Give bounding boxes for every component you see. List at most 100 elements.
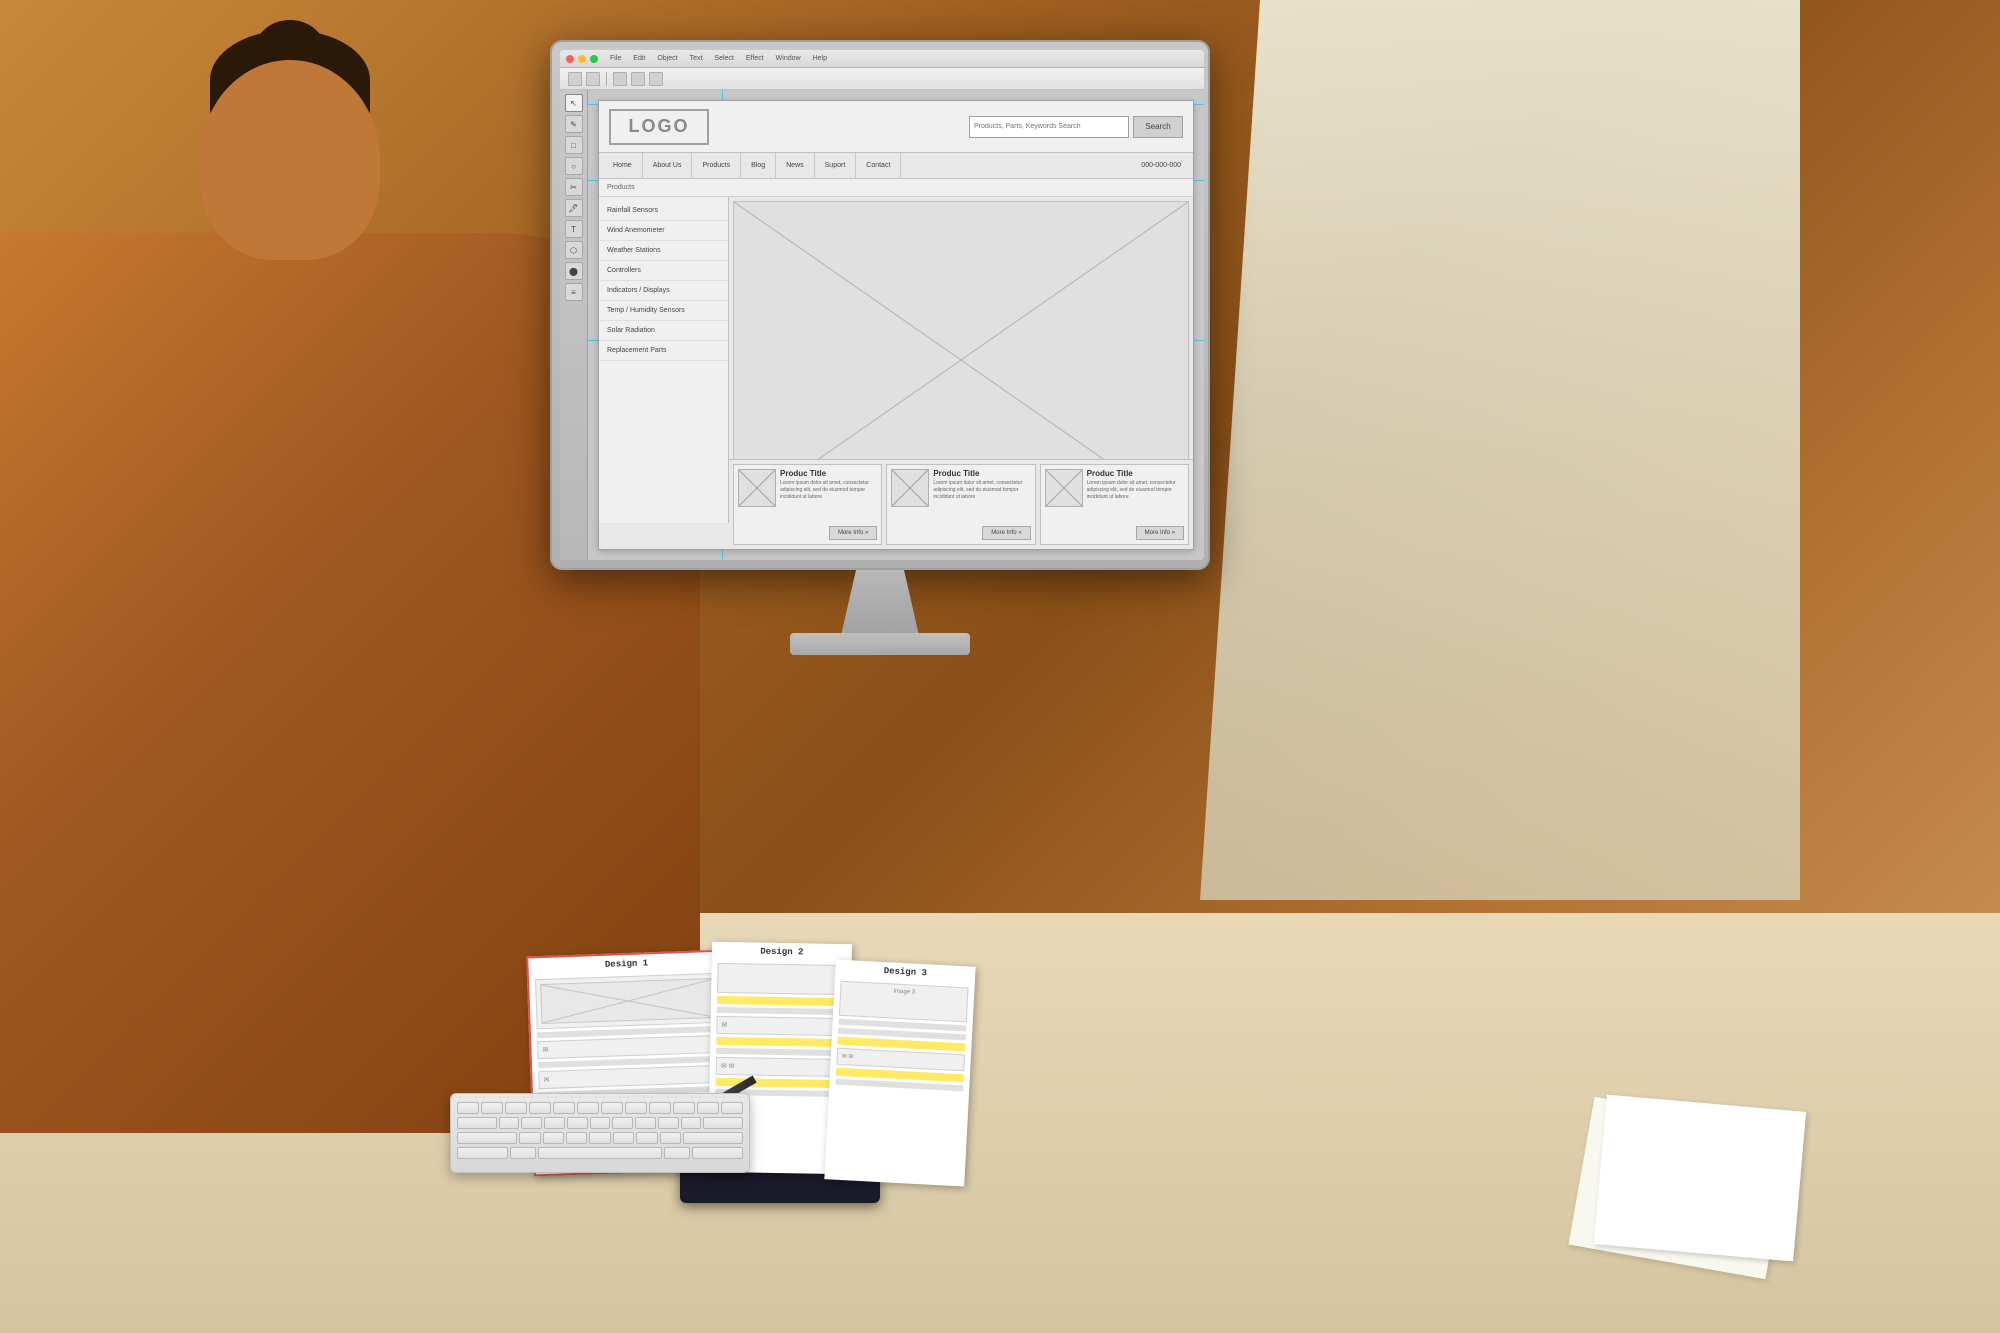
key[interactable]: [553, 1102, 575, 1114]
minimize-button[interactable]: [578, 55, 586, 63]
product-card-3: Produc Title Lorem ipsum dolor sit amet,…: [1040, 464, 1189, 545]
key[interactable]: [457, 1102, 479, 1114]
tool-layers[interactable]: ≡: [565, 283, 583, 301]
key-shift-r[interactable]: [683, 1132, 743, 1144]
tool-text[interactable]: T: [565, 220, 583, 238]
tool-select[interactable]: ↖: [565, 94, 583, 112]
key-enter[interactable]: [703, 1117, 743, 1129]
toolbar-icon-3[interactable]: [613, 72, 627, 86]
key[interactable]: [544, 1117, 565, 1129]
tool-rectangle[interactable]: □: [565, 136, 583, 154]
nav-contact[interactable]: Contact: [856, 153, 901, 179]
sketch-2-highlight-2: [716, 1037, 844, 1047]
sidebar-item-solar[interactable]: Solar Radiation: [599, 321, 728, 341]
wf-product-cards: Produc Title Lorem ipsum dolor sit amet,…: [729, 459, 1193, 549]
key[interactable]: [519, 1132, 540, 1144]
key[interactable]: [505, 1102, 527, 1114]
tool-ellipse[interactable]: ○: [565, 157, 583, 175]
toolbar-icon-5[interactable]: [649, 72, 663, 86]
product-card-1: Produc Title Lorem ipsum dolor sit amet,…: [733, 464, 882, 545]
sidebar-item-indicators[interactable]: Indicators / Displays: [599, 281, 728, 301]
key[interactable]: [521, 1117, 542, 1129]
key[interactable]: [625, 1102, 647, 1114]
tool-polygon[interactable]: ⬡: [565, 241, 583, 259]
key[interactable]: [681, 1117, 702, 1129]
key-ctrl[interactable]: [457, 1147, 508, 1159]
toolbar-icon-4[interactable]: [631, 72, 645, 86]
wf-search-area: Search: [969, 116, 1183, 138]
key-alt[interactable]: [510, 1147, 536, 1159]
wf-logo: LOGO: [609, 109, 709, 145]
card-2-btn[interactable]: More Info »: [982, 526, 1030, 540]
sidebar-item-controllers[interactable]: Controllers: [599, 261, 728, 281]
tool-brush[interactable]: 🖊: [565, 199, 583, 217]
key[interactable]: [590, 1117, 611, 1129]
key[interactable]: [612, 1117, 633, 1129]
key-ctrl-r[interactable]: [692, 1147, 743, 1159]
tool-pen[interactable]: ✎: [565, 115, 583, 133]
breadcrumb-products[interactable]: Products: [607, 184, 635, 191]
key-shift[interactable]: [457, 1132, 517, 1144]
key[interactable]: [589, 1132, 610, 1144]
key[interactable]: [635, 1117, 656, 1129]
keyboard-row-3: [457, 1132, 743, 1144]
key[interactable]: [499, 1117, 520, 1129]
key[interactable]: [660, 1132, 681, 1144]
card-1-text: Produc Title Lorem ipsum dolor sit amet,…: [780, 469, 877, 522]
sidebar-item-temp[interactable]: Temp / Humidity Sensors: [599, 301, 728, 321]
sketch-2-highlight-1: [717, 996, 845, 1006]
key[interactable]: [577, 1102, 599, 1114]
maximize-button[interactable]: [590, 55, 598, 63]
person-head: [200, 60, 380, 260]
sidebar-item-stations[interactable]: Weather Stations: [599, 241, 728, 261]
nav-news[interactable]: News: [776, 153, 815, 179]
key[interactable]: [566, 1132, 587, 1144]
card-2-desc: Lorem ipsum dolor sit amet, consectetur …: [933, 480, 1030, 501]
sidebar-item-wind[interactable]: Wind Anemometer: [599, 221, 728, 241]
nav-home[interactable]: Home: [603, 153, 643, 179]
toolbar-icon-2[interactable]: [586, 72, 600, 86]
menu-edit: Edit: [633, 55, 645, 62]
wf-nav-items: Home About Us Products Blog News Suport …: [603, 153, 901, 179]
key[interactable]: [543, 1132, 564, 1144]
key[interactable]: [481, 1102, 503, 1114]
key[interactable]: [613, 1132, 634, 1144]
key[interactable]: [649, 1102, 671, 1114]
card-3-btn[interactable]: More Info »: [1136, 526, 1184, 540]
keyboard-row-2: [457, 1117, 743, 1129]
key[interactable]: [721, 1102, 743, 1114]
monitor-base: [790, 633, 970, 655]
wf-navigation: Home About Us Products Blog News Suport …: [599, 153, 1193, 179]
key[interactable]: [697, 1102, 719, 1114]
key[interactable]: [673, 1102, 695, 1114]
key-space[interactable]: [538, 1147, 662, 1159]
key-tab[interactable]: [457, 1117, 497, 1129]
wf-search-button[interactable]: Search: [1133, 116, 1183, 138]
sketch-design-3: Design 3 Image 3 ✉ ✉: [824, 959, 975, 1186]
nav-products[interactable]: Products: [692, 153, 741, 179]
close-button[interactable]: [566, 55, 574, 63]
key[interactable]: [658, 1117, 679, 1129]
card-1-title: Produc Title: [780, 469, 877, 478]
tool-fill[interactable]: ⬤: [565, 262, 583, 280]
menu-effect: Effect: [746, 55, 764, 62]
card-2-text: Produc Title Lorem ipsum dolor sit amet,…: [933, 469, 1030, 522]
wf-search-input[interactable]: [969, 116, 1129, 138]
sketch-2-line-1: [717, 1007, 845, 1015]
sidebar-item-rainfall[interactable]: Rainfall Sensors: [599, 201, 728, 221]
nav-support[interactable]: Suport: [815, 153, 857, 179]
toolbar-icon-1[interactable]: [568, 72, 582, 86]
card-3-title: Produc Title: [1087, 469, 1184, 478]
key[interactable]: [636, 1132, 657, 1144]
key-alt-r[interactable]: [664, 1147, 690, 1159]
card-1-desc: Lorem ipsum dolor sit amet, consectetur …: [780, 480, 877, 501]
nav-blog[interactable]: Blog: [741, 153, 776, 179]
key[interactable]: [567, 1117, 588, 1129]
key[interactable]: [601, 1102, 623, 1114]
card-1-btn[interactable]: More Info »: [829, 526, 877, 540]
nav-about[interactable]: About Us: [643, 153, 693, 179]
tool-scissors[interactable]: ✂: [565, 178, 583, 196]
key[interactable]: [529, 1102, 551, 1114]
wf-phone: 000-000-000: [1141, 162, 1189, 169]
sidebar-item-parts[interactable]: Replacement Parts: [599, 341, 728, 361]
